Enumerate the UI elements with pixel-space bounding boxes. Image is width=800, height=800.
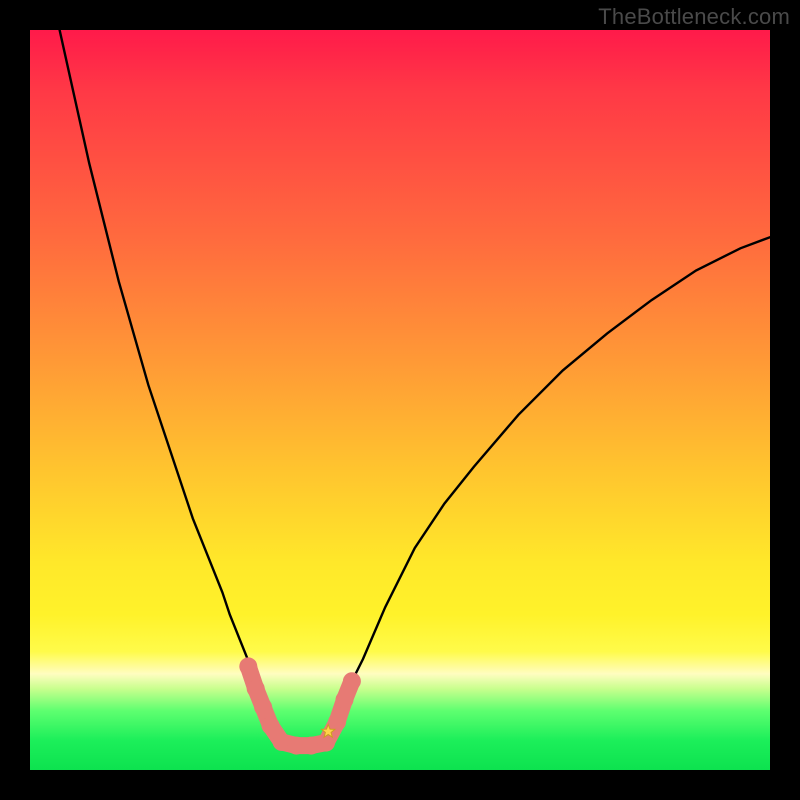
series-left-branch — [60, 30, 282, 744]
chart-plot-area — [30, 30, 770, 770]
chart-frame: TheBottleneck.com — [0, 0, 800, 800]
marker-blobs — [239, 657, 361, 754]
chart-svg — [30, 30, 770, 770]
watermark-text: TheBottleneck.com — [598, 4, 790, 30]
series-right-branch — [326, 237, 770, 744]
